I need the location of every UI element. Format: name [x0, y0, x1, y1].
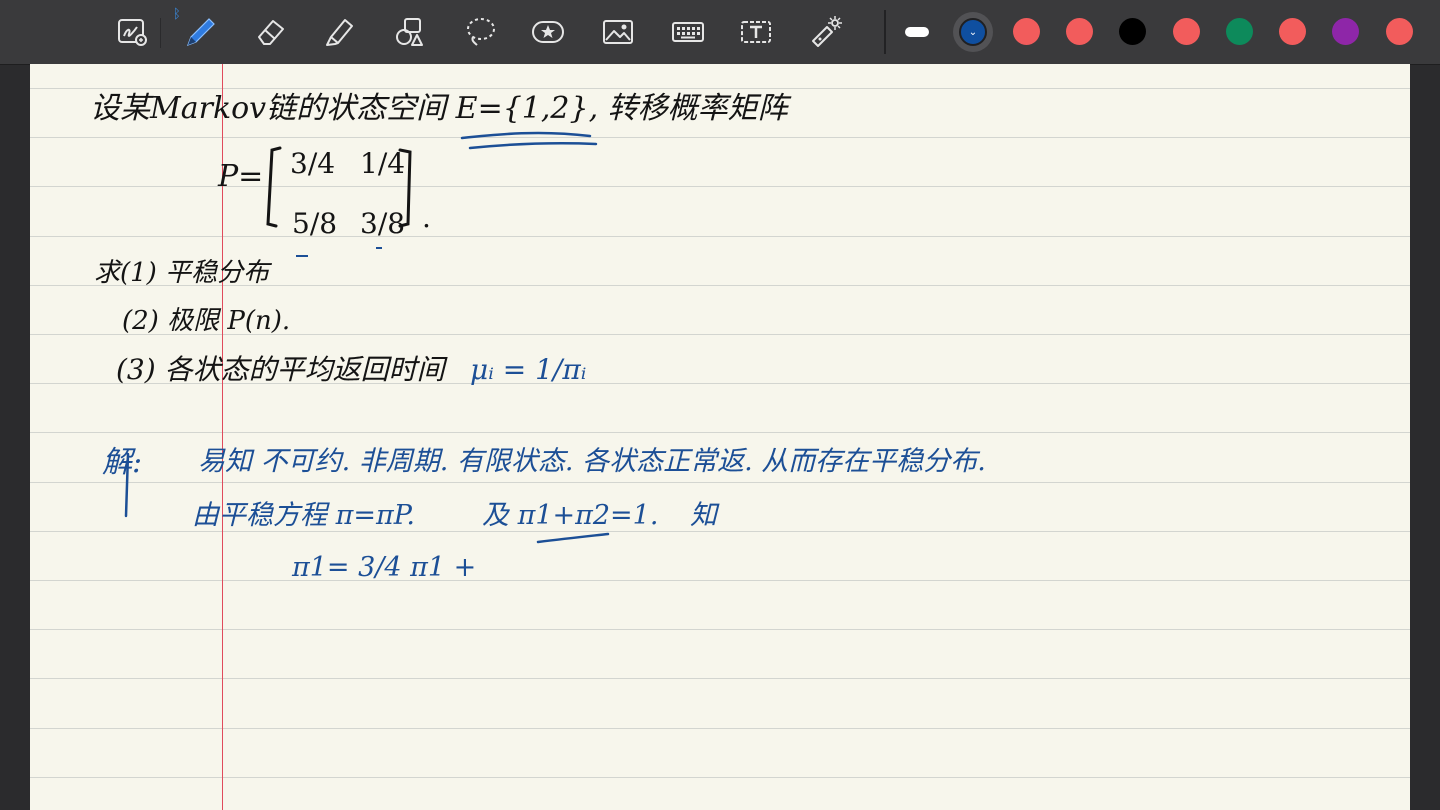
zoom-box-icon	[118, 19, 147, 46]
rule-line	[30, 531, 1410, 532]
text-tool-button[interactable]	[736, 12, 776, 52]
chevron-down-icon: ⌄	[959, 18, 987, 46]
shapes-icon	[396, 18, 423, 46]
rule-line	[30, 88, 1410, 89]
matrix-left-bracket	[266, 146, 282, 228]
note-page[interactable]: 设某Markov链的状态空间 E={1,2}, 转移概率矩阵 P= 3/4 1/…	[30, 64, 1410, 810]
mean-return-formula: μᵢ = 1/πᵢ	[470, 353, 587, 386]
solution-line-2b: 及 π1+π2=1.	[482, 500, 659, 531]
drawing-toolbar: ᛒ ⌄	[0, 0, 1440, 65]
color-swatch[interactable]	[1013, 18, 1040, 45]
rule-line	[30, 137, 1410, 138]
solution-line-2: 由平稳方程 π=πP.	[192, 500, 415, 531]
toolbar-divider	[160, 18, 161, 48]
matrix-entry-2-1: 5/8	[292, 207, 338, 240]
solution-line-3: π1= 3/4 π1 +	[292, 552, 477, 583]
lasso-icon	[467, 18, 495, 46]
image-tool-button[interactable]	[598, 12, 638, 52]
star-sticker-icon	[532, 21, 564, 43]
color-swatch[interactable]	[1119, 18, 1146, 45]
highlighter-tool-button[interactable]	[320, 12, 360, 52]
image-icon	[603, 20, 633, 44]
sticker-tool-button[interactable]	[528, 12, 568, 52]
matrix-entry-1-1: 3/4	[290, 147, 336, 180]
rule-line	[30, 580, 1410, 581]
color-swatch[interactable]: ⌄	[953, 12, 993, 52]
rule-line	[30, 482, 1410, 483]
solution-label: 解:	[102, 445, 143, 480]
rule-line	[30, 236, 1410, 237]
laser-pointer-icon	[812, 16, 842, 47]
laser-tool-button[interactable]	[806, 12, 846, 52]
color-swatch[interactable]	[1173, 18, 1200, 45]
toolbar-divider	[884, 10, 886, 54]
rule-line	[30, 629, 1410, 630]
normalization-underline	[536, 532, 610, 544]
solution-line-2c: 知	[690, 500, 717, 531]
rule-line	[30, 678, 1410, 679]
color-swatch[interactable]	[1066, 18, 1093, 45]
lasso-tool-button[interactable]	[460, 12, 500, 52]
rule-line	[30, 432, 1410, 433]
keyboard-tool-button[interactable]	[668, 12, 708, 52]
stroke-width-button[interactable]	[905, 27, 929, 37]
matrix-label: P=	[218, 159, 264, 194]
solution-line-1: 易知 不可约. 非周期. 有限状态. 各状态正常返. 从而存在平稳分布.	[198, 446, 986, 477]
keyboard-icon	[672, 22, 704, 42]
matrix-end: .	[422, 201, 431, 234]
color-swatch[interactable]	[1226, 18, 1253, 45]
rule-line	[30, 777, 1410, 778]
problem-line-1: 设某Markov链的状态空间 E={1,2}, 转移概率矩阵	[90, 91, 788, 126]
eraser-icon	[258, 20, 284, 45]
color-swatch[interactable]	[1386, 18, 1413, 45]
color-swatch[interactable]	[1279, 18, 1306, 45]
zoom-box-tool-button[interactable]	[112, 12, 152, 52]
state-space-underline-2	[468, 141, 598, 150]
question-3: (3) 各状态的平均返回时间	[116, 353, 445, 386]
eraser-tool-button[interactable]	[250, 12, 290, 52]
notes-app: ᛒ ⌄ 设某Markov链的状态空间 E={1,2}, 转移概率矩阵 P= 3/…	[0, 0, 1440, 810]
pen-tool-button[interactable]	[180, 12, 220, 52]
question-1: 求(1) 平稳分布	[94, 258, 270, 288]
pen-icon	[186, 18, 215, 47]
matrix-entry-1-2: 1/4	[360, 147, 406, 180]
matrix-entry-2-2: 3/8	[360, 207, 406, 240]
shapes-tool-button[interactable]	[390, 12, 430, 52]
rule-line	[30, 728, 1410, 729]
question-2: (2) 极限 P(n).	[122, 306, 291, 336]
text-box-icon	[741, 21, 771, 43]
color-swatch[interactable]	[1332, 18, 1359, 45]
highlighter-icon	[326, 19, 353, 46]
